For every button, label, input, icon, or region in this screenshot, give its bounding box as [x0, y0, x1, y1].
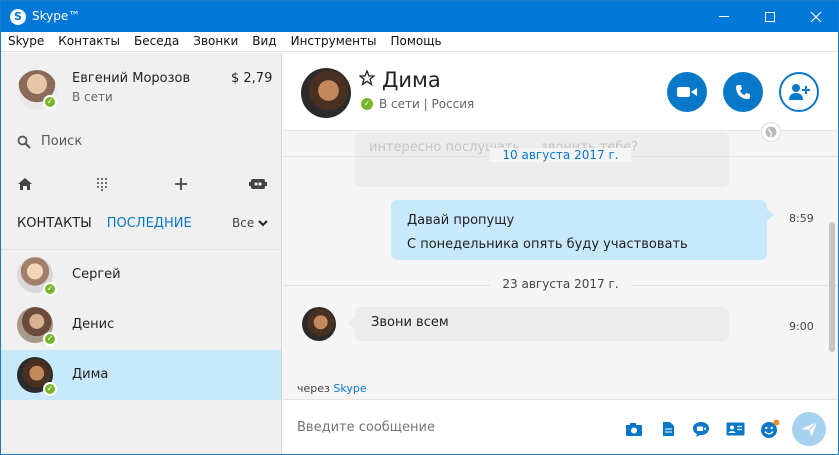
date-label: 23 августа 2017 г. [490, 277, 631, 291]
contact-item-denis[interactable]: ✓ Денис [1, 300, 281, 350]
menu-help[interactable]: Помощь [383, 32, 448, 51]
scrollbar-thumb[interactable] [829, 222, 835, 352]
minimize-button[interactable] [701, 1, 747, 32]
message-composer [283, 399, 838, 454]
add-participant-button[interactable] [779, 72, 819, 112]
add-button[interactable] [170, 173, 192, 195]
tab-recent[interactable]: ПОСЛЕДНИЕ [107, 216, 192, 231]
video-camera-icon [677, 87, 697, 97]
close-icon [810, 11, 822, 22]
skype-window: S Skype™ Skype Контакты Беседа Звонки Ви… [0, 0, 839, 455]
outgoing-message-bubble[interactable]: Давай пропущу С понедельника опять буду … [391, 200, 774, 260]
menu-tools[interactable]: Инструменты [284, 32, 384, 51]
date-separator: 23 августа 2017 г. [283, 277, 838, 293]
minimize-icon [719, 16, 729, 17]
dialpad-icon [97, 178, 107, 191]
video-call-button[interactable] [667, 72, 707, 112]
recent-contact-list: ✓ Сергей ✓ Денис ✓ Дима [1, 249, 281, 400]
incoming-message-bubble[interactable]: Звони всем [348, 307, 729, 341]
plus-icon [175, 178, 187, 190]
sidebar-toolbar [1, 173, 281, 195]
file-icon [662, 422, 674, 436]
online-status-icon: ✓ [43, 382, 57, 396]
video-message-icon [693, 421, 709, 437]
title-bar: S Skype™ [1, 1, 838, 32]
phone-icon [736, 85, 750, 99]
online-status-icon: ✓ [43, 95, 57, 109]
add-person-icon [789, 84, 810, 100]
contact-tabs: КОНТАКТЫ ПОСЛЕДНИЕ [17, 216, 192, 231]
menu-calls[interactable]: Звонки [186, 32, 245, 51]
menu-skype[interactable]: Skype [1, 32, 51, 51]
message-text: С понедельника опять буду участвовать [407, 237, 688, 252]
online-status-icon: ✓ [43, 282, 57, 296]
online-status-icon: ✓ [361, 98, 373, 110]
home-icon [18, 178, 32, 190]
send-contacts-button[interactable] [724, 418, 746, 440]
menu-contacts[interactable]: Контакты [51, 32, 127, 51]
via-prefix: через [297, 382, 330, 395]
message-timestamp: 9:00 [789, 320, 814, 333]
message-history: интересно послушать ... звонить тебе? 10… [283, 132, 838, 392]
contact-avatar[interactable] [301, 68, 351, 118]
photo-icon [626, 422, 642, 436]
window-title: Skype™ [32, 9, 81, 23]
date-separator: 10 августа 2017 г. [283, 148, 838, 164]
send-photo-button[interactable] [623, 418, 645, 440]
message-input[interactable] [297, 420, 597, 435]
tab-contacts[interactable]: КОНТАКТЫ [17, 216, 92, 231]
send-message-button[interactable] [792, 412, 826, 446]
sidebar: ✓ Евгений Морозов В сети $ 2,79 Поиск КО… [1, 53, 282, 454]
search-box[interactable]: Поиск [17, 134, 82, 149]
skype-logo-icon: S [10, 9, 26, 25]
search-label: Поиск [41, 134, 83, 149]
sender-avatar[interactable] [302, 307, 336, 341]
message-text: Звони всем [371, 315, 449, 330]
contact-name: Денис [72, 317, 115, 332]
conversation-title: Дима [382, 68, 441, 92]
date-label: 10 августа 2017 г. [490, 148, 631, 162]
chevron-down-icon [258, 219, 268, 226]
menu-conversation[interactable]: Беседа [127, 32, 186, 51]
message-scrollbar[interactable] [827, 132, 838, 392]
filter-label: Все [232, 216, 255, 230]
home-button[interactable] [14, 173, 36, 195]
profile-status[interactable]: В сети [72, 90, 113, 104]
contact-status: В сети | Россия [379, 97, 475, 111]
dialpad-button[interactable] [91, 173, 113, 195]
online-status-icon: ✓ [43, 332, 57, 346]
conversation-header: Дима ✓ В сети | Россия [283, 53, 838, 142]
message-text: Давай пропущу [407, 213, 515, 228]
maximize-button[interactable] [747, 1, 793, 32]
emoticons-button[interactable] [759, 418, 781, 440]
video-message-button[interactable] [690, 418, 712, 440]
maximize-icon [765, 11, 775, 22]
profile-name[interactable]: Евгений Морозов [72, 71, 190, 86]
bot-icon [249, 179, 267, 189]
contact-item-sergey[interactable]: ✓ Сергей [1, 250, 281, 300]
smiley-icon [761, 419, 780, 438]
message-timestamp: 8:59 [789, 212, 814, 225]
favorite-star-icon[interactable] [359, 70, 375, 86]
menu-view[interactable]: Вид [245, 32, 283, 51]
conversation-panel: Дима ✓ В сети | Россия интересно послуша… [283, 53, 838, 454]
contact-card-icon [726, 422, 744, 436]
contact-name: Дима [72, 367, 109, 382]
bots-button[interactable] [247, 173, 269, 195]
send-file-button[interactable] [657, 418, 679, 440]
menu-bar: Skype Контакты Беседа Звонки Вид Инструм… [1, 32, 838, 52]
close-button[interactable] [793, 1, 838, 32]
filter-dropdown[interactable]: Все [232, 216, 268, 230]
contact-item-dima[interactable]: ✓ Дима [1, 350, 281, 400]
via-brand-link[interactable]: Skype [333, 382, 366, 395]
audio-call-button[interactable] [723, 72, 763, 112]
contact-name: Сергей [72, 267, 121, 282]
skype-credit[interactable]: $ 2,79 [231, 71, 272, 86]
search-icon [17, 135, 31, 149]
send-icon [801, 421, 818, 436]
via-label: через Skype [297, 382, 367, 395]
